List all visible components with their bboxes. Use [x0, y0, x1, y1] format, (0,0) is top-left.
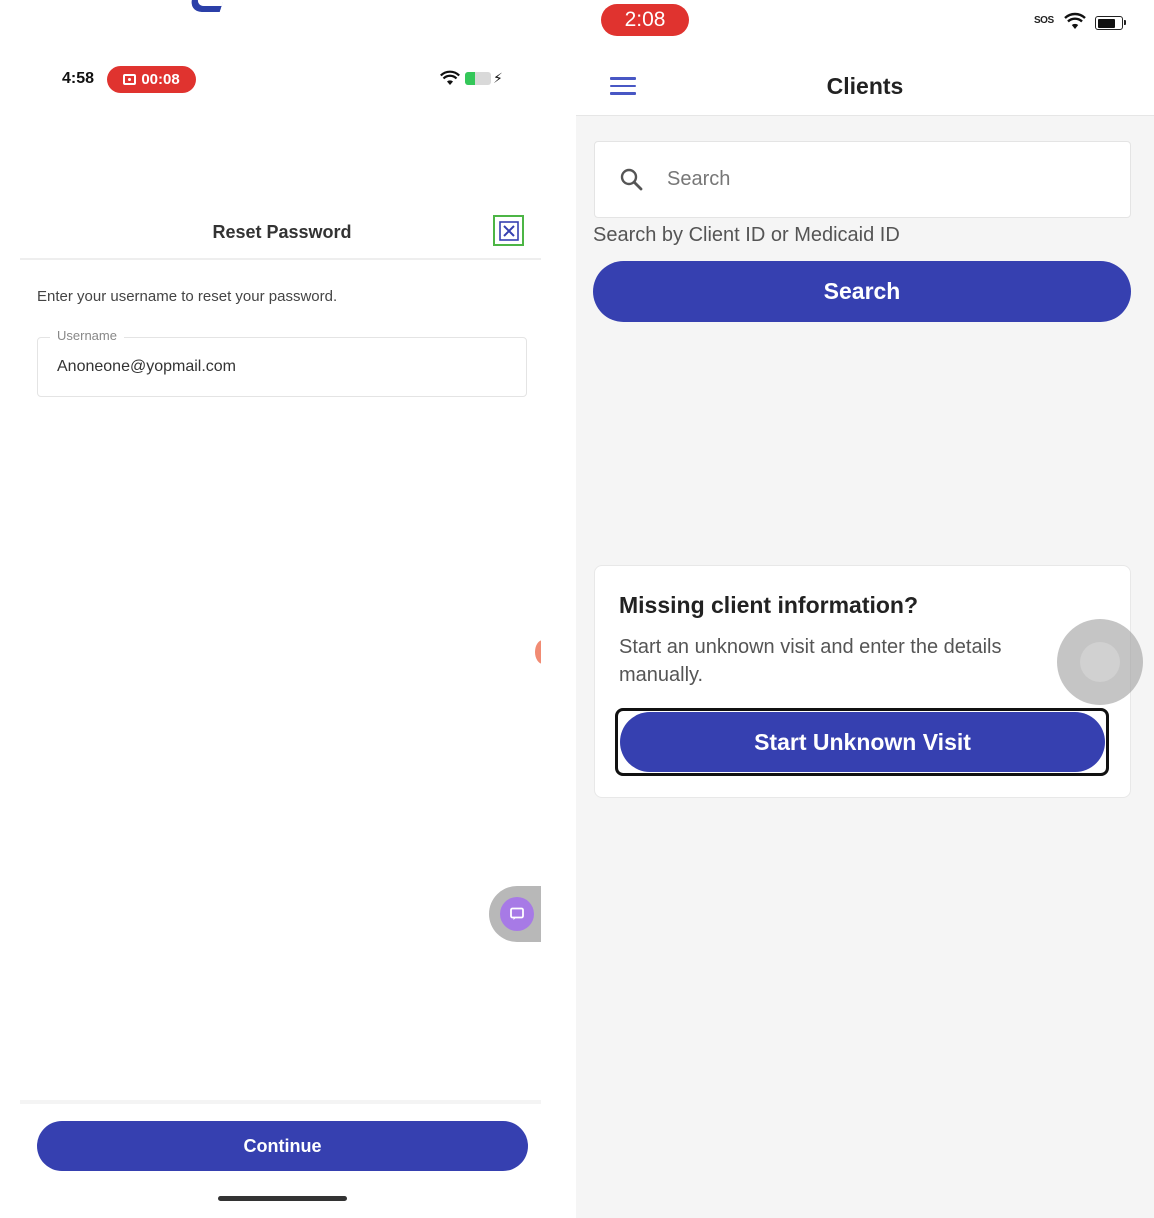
search-hint: Search by Client ID or Medicaid ID — [593, 224, 900, 246]
wifi-icon — [1064, 12, 1086, 29]
footer-divider — [20, 1100, 541, 1104]
page-title: Reset Password — [212, 222, 352, 242]
charging-icon: ⚡ — [493, 70, 503, 86]
decorative-arc — [187, 0, 229, 12]
username-label: Username — [50, 328, 124, 343]
reset-password-screen: 4:58 00:08 ⚡ Reset Password Enter your u… — [0, 0, 560, 1218]
screen-record-icon — [123, 74, 137, 85]
chat-icon — [510, 907, 524, 920]
touch-indicator — [1057, 619, 1143, 705]
header-divider — [20, 258, 541, 260]
continue-button[interactable]: Continue — [37, 1121, 528, 1171]
search-placeholder[interactable]: Search — [667, 168, 730, 191]
chat-button[interactable] — [489, 886, 547, 942]
sos-indicator: SOS — [1034, 15, 1054, 26]
missing-info-title: Missing client information? — [619, 592, 919, 618]
close-icon — [498, 220, 519, 241]
username-value[interactable]: Anoneone@yopmail.com — [57, 358, 236, 376]
status-time[interactable]: 2:08 — [601, 4, 689, 36]
search-icon — [620, 168, 643, 191]
search-button[interactable]: Search — [593, 261, 1131, 322]
battery-icon — [1095, 16, 1126, 30]
status-time: 4:58 — [62, 70, 95, 87]
battery-icon — [465, 72, 491, 85]
wifi-icon — [440, 70, 460, 85]
missing-info-description: Start an unknown visit and enter the det… — [619, 636, 1002, 686]
recording-time: 00:08 — [141, 71, 180, 88]
instructions-text: Enter your username to reset your passwo… — [37, 288, 338, 305]
clients-screen: 2:08 SOS Clients Search Search by Client… — [576, 0, 1154, 1218]
screen-recording-badge[interactable]: 00:08 — [107, 66, 196, 93]
home-indicator[interactable] — [218, 1196, 347, 1201]
start-unknown-visit-button[interactable]: Start Unknown Visit — [620, 712, 1105, 772]
screen-gap — [541, 0, 576, 1218]
page-title: Clients — [826, 73, 904, 99]
close-button[interactable] — [493, 215, 524, 246]
